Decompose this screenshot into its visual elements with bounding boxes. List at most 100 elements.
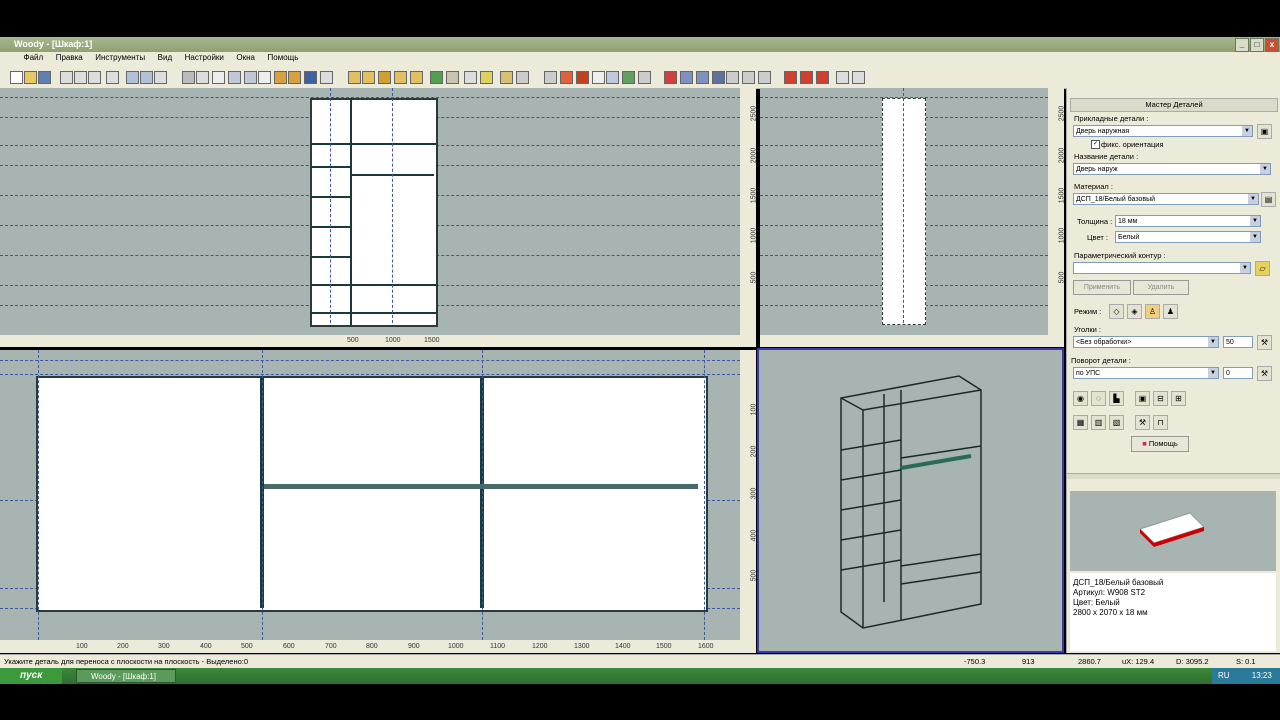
tool-icon-f[interactable]: ⊞ [1171, 391, 1186, 406]
transfer-icon[interactable] [430, 71, 443, 84]
zoom-icon-1[interactable] [664, 71, 677, 84]
render-icon-5[interactable] [852, 71, 865, 84]
copy-icon[interactable] [74, 71, 87, 84]
tool-icon-7[interactable] [464, 71, 477, 84]
color-select[interactable]: Белый ▼ [1115, 231, 1261, 243]
delete-icon[interactable] [106, 71, 119, 84]
menu-edit[interactable]: Правка [51, 52, 88, 63]
material-browse-icon[interactable]: ▤ [1261, 192, 1276, 207]
panel-icon[interactable] [362, 71, 375, 84]
help-button[interactable]: ■ Помощь [1131, 436, 1189, 452]
side-view[interactable] [760, 88, 1048, 335]
print-preview-icon[interactable] [196, 71, 209, 84]
tool-icon-9[interactable] [516, 71, 529, 84]
taskbar-woody-task[interactable]: Woody - [Шкаф:1] [76, 669, 176, 683]
open-folder-icon[interactable] [24, 71, 37, 84]
tool-icon-g[interactable]: ▦ [1073, 415, 1088, 430]
help-question-icon[interactable] [212, 71, 225, 84]
perspective-view[interactable] [757, 348, 1064, 653]
tool-icon-6[interactable] [320, 71, 333, 84]
apply-button[interactable]: Применить [1073, 280, 1131, 295]
name-select[interactable]: Дверь наруж ▼ [1073, 163, 1271, 175]
close-button[interactable]: x [1265, 38, 1279, 52]
tool-icon-d[interactable]: ▣ [1135, 391, 1150, 406]
undo-icon[interactable] [126, 71, 139, 84]
mode-icon-2[interactable]: ◈ [1127, 304, 1142, 319]
cabinet-icon[interactable] [348, 71, 361, 84]
mode-icon-4[interactable]: ♟ [1163, 304, 1178, 319]
hammer-icon[interactable]: ⚒ [1257, 366, 1272, 381]
tool-icon-h[interactable]: ▥ [1091, 415, 1106, 430]
tool-icon-8[interactable] [500, 71, 513, 84]
context-help-icon[interactable] [228, 71, 241, 84]
zoom-icon-3[interactable] [696, 71, 709, 84]
cabinet-side[interactable] [882, 98, 926, 325]
view-icon-2[interactable] [560, 71, 573, 84]
material-select[interactable]: ДСП_18/Белый базовый ▼ [1073, 193, 1259, 205]
contour-folder-icon[interactable]: ▱ [1255, 261, 1270, 276]
redo-icon[interactable] [154, 71, 167, 84]
save-icon[interactable] [38, 71, 51, 84]
menu-file[interactable]: Файл [19, 52, 49, 63]
render-icon-3[interactable] [816, 71, 829, 84]
door-icon[interactable] [394, 71, 407, 84]
render-icon-2[interactable] [800, 71, 813, 84]
tool-icon-5[interactable] [304, 71, 317, 84]
tool-icon-b[interactable]: ◌ [1091, 391, 1106, 406]
hammer-icon[interactable]: ⚒ [1257, 335, 1272, 350]
render-icon-4[interactable] [836, 71, 849, 84]
zoom-icon-5[interactable] [726, 71, 739, 84]
shelf-icon[interactable] [378, 71, 391, 84]
view-icon-7[interactable] [638, 71, 651, 84]
language-indicator[interactable]: RU [1218, 671, 1230, 680]
pencil-icon[interactable] [480, 71, 493, 84]
delete-button[interactable]: Удалить [1133, 280, 1189, 295]
zoom-icon-4[interactable] [712, 71, 725, 84]
corners-number[interactable]: 50 [1223, 336, 1253, 348]
render-icon-1[interactable] [784, 71, 797, 84]
cut-icon[interactable] [60, 71, 73, 84]
zoom-icon-7[interactable] [758, 71, 771, 84]
view-icon-4[interactable] [592, 71, 605, 84]
tool-icon-e[interactable]: ⊟ [1153, 391, 1168, 406]
mode-icon-1[interactable]: ◇ [1109, 304, 1124, 319]
plane-transfer-icon[interactable] [446, 71, 459, 84]
maximize-button[interactable]: □ [1250, 38, 1264, 52]
menu-tools[interactable]: Инструменты [90, 52, 150, 63]
zoom-icon-2[interactable] [680, 71, 693, 84]
cabinet-top[interactable] [36, 376, 708, 612]
catalog-icon[interactable]: ▣ [1257, 124, 1272, 139]
rotation-select[interactable]: по УПС ▼ [1073, 367, 1219, 379]
corners-select[interactable]: <Без обработки> ▼ [1073, 336, 1219, 348]
menu-view[interactable]: Вид [153, 52, 177, 63]
thickness-select[interactable]: 18 мм ▼ [1115, 215, 1261, 227]
start-button[interactable]: пуск [0, 668, 62, 684]
tool-icon-j[interactable]: ⚒ [1135, 415, 1150, 430]
undo-list-icon[interactable] [140, 71, 153, 84]
view-icon-5[interactable] [606, 71, 619, 84]
view-icon-6[interactable] [622, 71, 635, 84]
tool-icon-2[interactable] [258, 71, 271, 84]
tool-icon-c[interactable]: ▙ [1109, 391, 1124, 406]
tool-icon-3[interactable] [274, 71, 287, 84]
drawer-icon[interactable] [410, 71, 423, 84]
menu-windows[interactable]: Окна [231, 52, 260, 63]
tool-icon-k[interactable]: ⊓ [1153, 415, 1168, 430]
print-icon[interactable] [182, 71, 195, 84]
rotation-number[interactable]: 0 [1223, 367, 1253, 379]
tool-icon-a[interactable]: ◉ [1073, 391, 1088, 406]
tool-icon-1[interactable] [244, 71, 257, 84]
zoom-icon-6[interactable] [742, 71, 755, 84]
applied-select[interactable]: Дверь наружная ▼ [1073, 125, 1253, 137]
paste-icon[interactable] [88, 71, 101, 84]
view-icon-1[interactable] [544, 71, 557, 84]
fix-orientation-checkbox[interactable]: ✓ [1091, 140, 1100, 149]
contour-select[interactable]: ▼ [1073, 262, 1251, 274]
mode-icon-3[interactable]: ♙ [1145, 304, 1160, 319]
menu-settings[interactable]: Настройки [180, 52, 229, 63]
tool-icon-4[interactable] [288, 71, 301, 84]
new-file-icon[interactable] [10, 71, 23, 84]
menu-help[interactable]: Помощь [263, 52, 304, 63]
top-view[interactable] [0, 350, 740, 640]
view-icon-3[interactable] [576, 71, 589, 84]
